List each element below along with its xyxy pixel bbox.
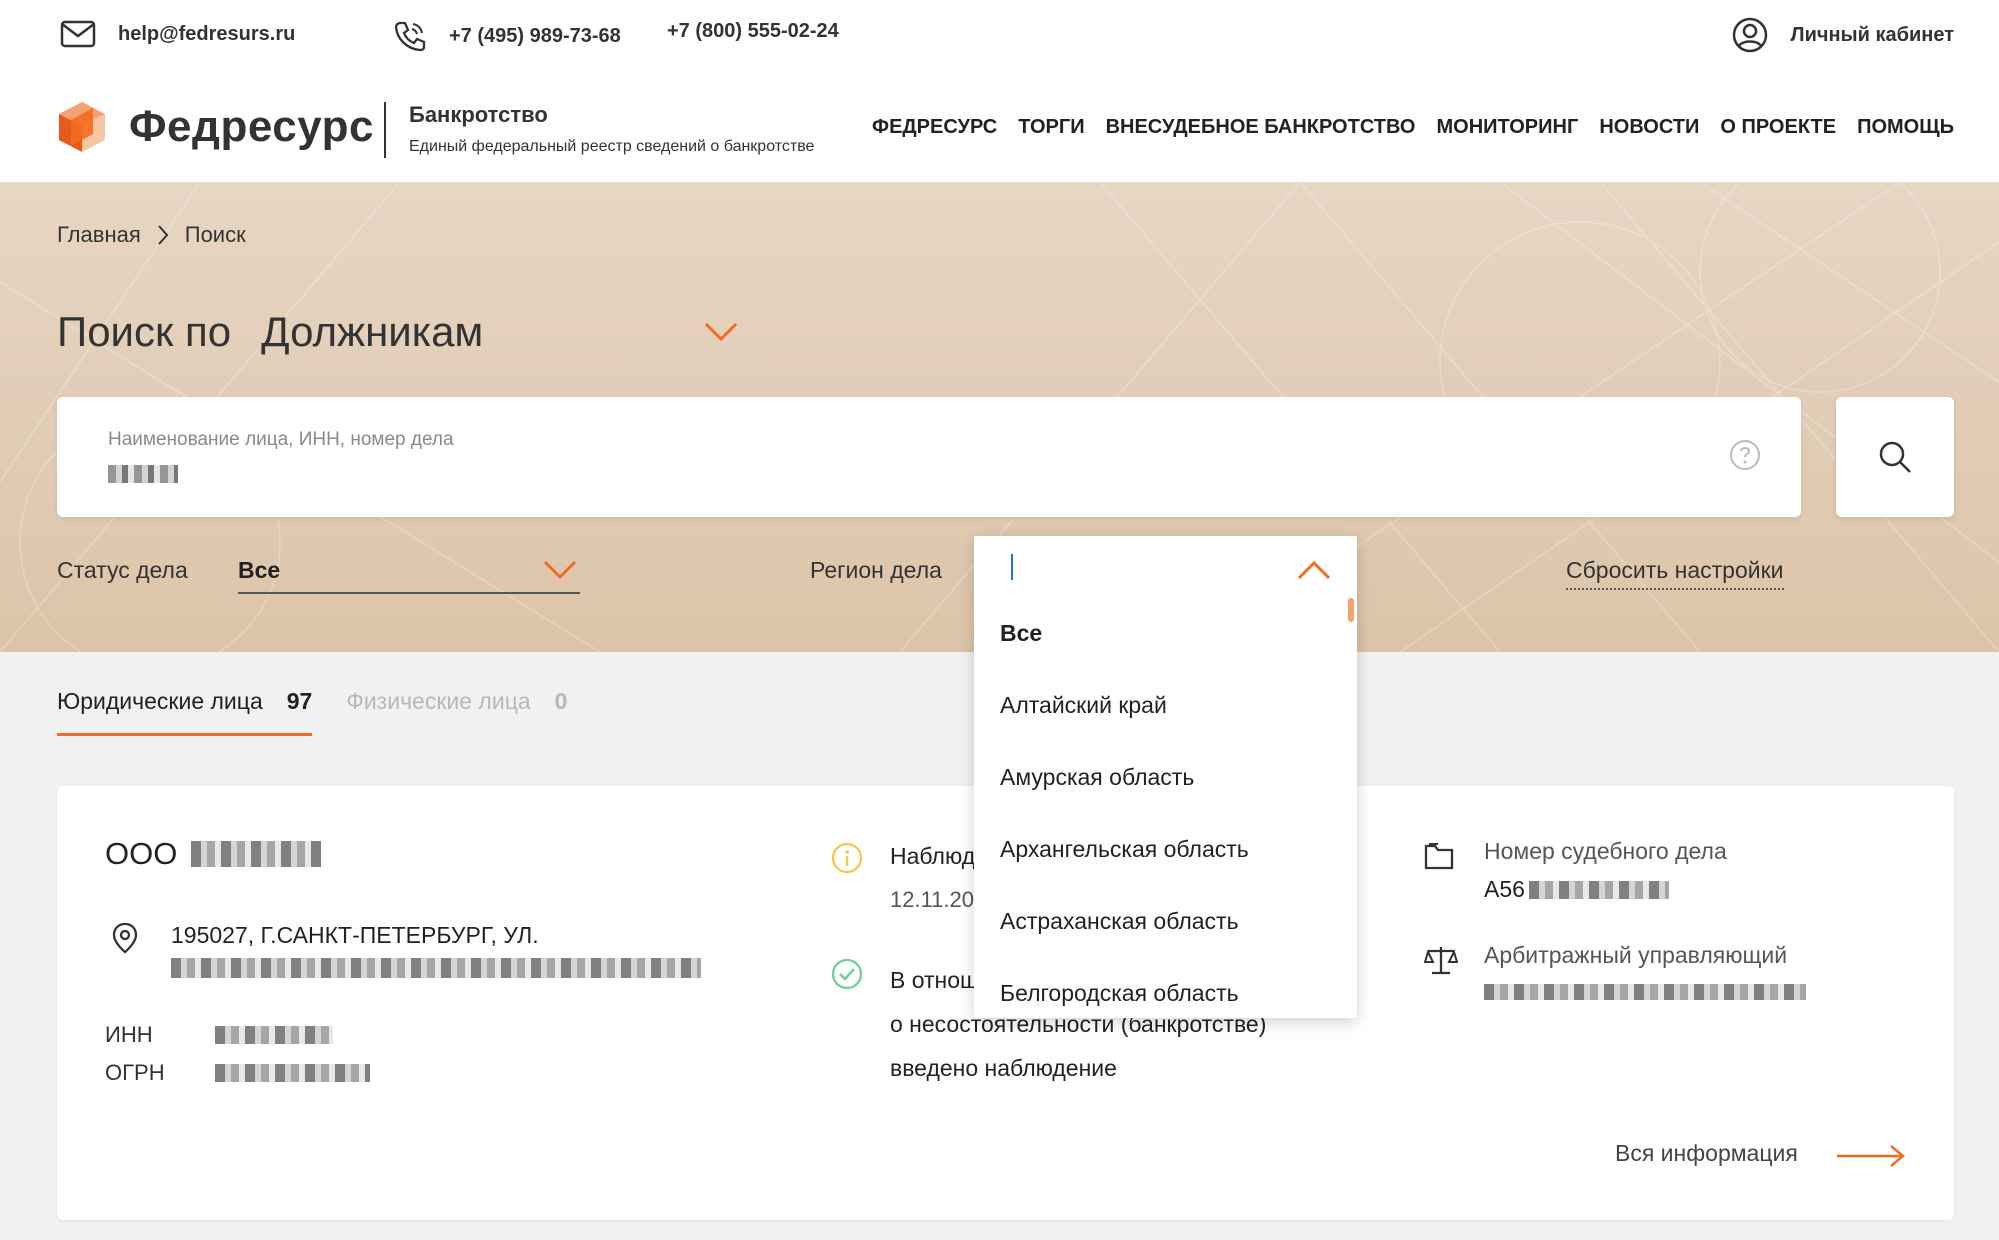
case-prefix: А56 xyxy=(1484,876,1525,902)
region-search-input[interactable] xyxy=(1011,554,1013,580)
search-mode-select[interactable]: Должникам xyxy=(261,308,483,356)
reset-filters-link[interactable]: Сбросить настройки xyxy=(1566,557,1784,590)
mail-icon xyxy=(60,20,96,48)
inn-redacted xyxy=(215,1026,333,1044)
logo[interactable]: Федресурс xyxy=(57,100,374,154)
inn-label: ИНН xyxy=(105,1022,153,1047)
result-tabs: Юридические лица 97 Физические лица 0 xyxy=(57,688,567,736)
tab-count: 97 xyxy=(286,688,313,714)
search-icon xyxy=(1879,441,1911,473)
search-value-redacted xyxy=(108,465,178,483)
chevron-up-icon[interactable] xyxy=(1297,560,1331,580)
address-redacted xyxy=(171,958,701,978)
email-text: help@fedresurs.ru xyxy=(118,22,296,45)
tab-label: Физические лица xyxy=(346,688,531,714)
region-dropdown[interactable]: Все Алтайский край Амурская область Арха… xyxy=(974,536,1357,1018)
arbitration-manager-label: Арбитражный управляющий xyxy=(1484,942,1788,968)
main-nav: ФЕДРЕСУРС ТОРГИ ВНЕСУДЕБНОЕ БАНКРОТСТВО … xyxy=(872,116,1954,139)
procedure-date: 12.11.20 xyxy=(890,887,975,912)
info-icon xyxy=(831,842,863,874)
ogrn-redacted xyxy=(215,1064,370,1082)
account-text: Личный кабинет xyxy=(1790,23,1954,46)
search-button[interactable] xyxy=(1836,397,1954,517)
ogrn-label: ОГРН xyxy=(105,1060,165,1085)
logo-separator xyxy=(384,102,386,158)
breadcrumb: Главная Поиск xyxy=(57,222,246,248)
arbitration-manager-redacted xyxy=(1484,984,1806,1000)
tab-individuals[interactable]: Физические лица 0 xyxy=(346,688,567,736)
logo-text: Федресурс xyxy=(129,102,374,151)
phone-text-2: +7 (800) 555-02-24 xyxy=(667,20,839,42)
scales-icon xyxy=(1424,947,1458,975)
debtor-address: 195027, Г.САНКТ-ПЕТЕРБУРГ, УЛ. xyxy=(171,922,539,948)
top-bar: help@fedresurs.ru +7 (495) 989-73-68 +7 … xyxy=(0,0,1999,75)
chevron-down-icon[interactable] xyxy=(704,322,738,342)
phone-link-2[interactable]: +7 (800) 555-02-24 xyxy=(667,20,839,43)
search-input[interactable]: Наименование лица, ИНН, номер дела xyxy=(57,397,1801,517)
region-option[interactable]: Астраханская область xyxy=(1000,908,1239,935)
check-circle-icon xyxy=(831,958,863,990)
region-option[interactable]: Амурская область xyxy=(1000,764,1194,791)
search-placeholder: Наименование лица, ИНН, номер дела xyxy=(108,429,454,450)
page-title: Поиск по Должникам xyxy=(57,308,483,356)
region-filter-label: Регион дела xyxy=(810,557,942,583)
location-pin-icon xyxy=(112,922,138,954)
tab-label: Юридические лица xyxy=(57,688,263,714)
tab-count: 0 xyxy=(554,688,568,714)
nav-item-about[interactable]: О ПРОЕКТЕ xyxy=(1720,116,1836,139)
account-link[interactable]: Личный кабинет xyxy=(1731,16,1954,54)
all-info-link[interactable]: Вся информация xyxy=(1615,1140,1798,1167)
case-number[interactable]: А56 xyxy=(1484,876,1669,903)
dropdown-scrollbar[interactable] xyxy=(1348,598,1354,622)
folder-icon xyxy=(1424,843,1454,870)
nav-item-help[interactable]: ПОМОЩЬ xyxy=(1857,116,1954,139)
nav-item-torgi[interactable]: ТОРГИ xyxy=(1018,116,1084,139)
status-filter-select[interactable]: Все xyxy=(238,557,580,594)
case-number-label: Номер судебного дела xyxy=(1484,838,1727,864)
region-option[interactable]: Архангельская область xyxy=(1000,836,1249,863)
case-redacted xyxy=(1528,880,1669,899)
email-link[interactable]: help@fedresurs.ru xyxy=(60,20,295,48)
name-redacted xyxy=(191,841,322,867)
header: Федресурс Банкротство Единый федеральный… xyxy=(0,72,1999,182)
section-heading: Банкротство Единый федеральный реестр св… xyxy=(409,102,814,156)
help-icon[interactable] xyxy=(1729,439,1761,471)
region-option[interactable]: Все xyxy=(1000,620,1042,647)
section-title: Банкротство xyxy=(409,102,548,127)
name-prefix: ООО xyxy=(105,836,178,871)
phone-text-1: +7 (495) 989-73-68 xyxy=(449,24,621,47)
nav-item-extrajudicial[interactable]: ВНЕСУДЕБНОЕ БАНКРОТСТВО xyxy=(1106,116,1416,139)
breadcrumb-home[interactable]: Главная xyxy=(57,222,141,248)
nav-item-news[interactable]: НОВОСТИ xyxy=(1599,116,1699,139)
title-prefix: Поиск по xyxy=(57,308,232,355)
user-icon xyxy=(1732,17,1767,53)
section-subtitle: Единый федеральный реестр сведений о бан… xyxy=(409,138,815,155)
breadcrumb-current: Поиск xyxy=(184,222,246,247)
arrow-right-icon[interactable] xyxy=(1835,1144,1907,1168)
phone-icon xyxy=(394,21,426,52)
phone-link-1[interactable]: +7 (495) 989-73-68 xyxy=(393,20,621,52)
chevron-right-icon xyxy=(158,225,169,245)
chevron-down-icon[interactable] xyxy=(543,560,577,580)
region-option[interactable]: Алтайский край xyxy=(1000,692,1167,719)
region-option[interactable]: Белгородская область xyxy=(1000,980,1239,1007)
nav-item-fedresurs[interactable]: ФЕДРЕСУРС xyxy=(872,116,997,139)
debtor-name[interactable]: ООО xyxy=(105,836,322,872)
procedure-stage: Наблюд xyxy=(890,843,976,869)
logo-icon xyxy=(59,102,105,152)
message-line: введено наблюдение xyxy=(890,1055,1117,1081)
status-filter-label: Статус дела xyxy=(57,557,188,583)
nav-item-monitoring[interactable]: МОНИТОРИНГ xyxy=(1437,116,1579,139)
tab-legal-entities[interactable]: Юридические лица 97 xyxy=(57,688,313,736)
